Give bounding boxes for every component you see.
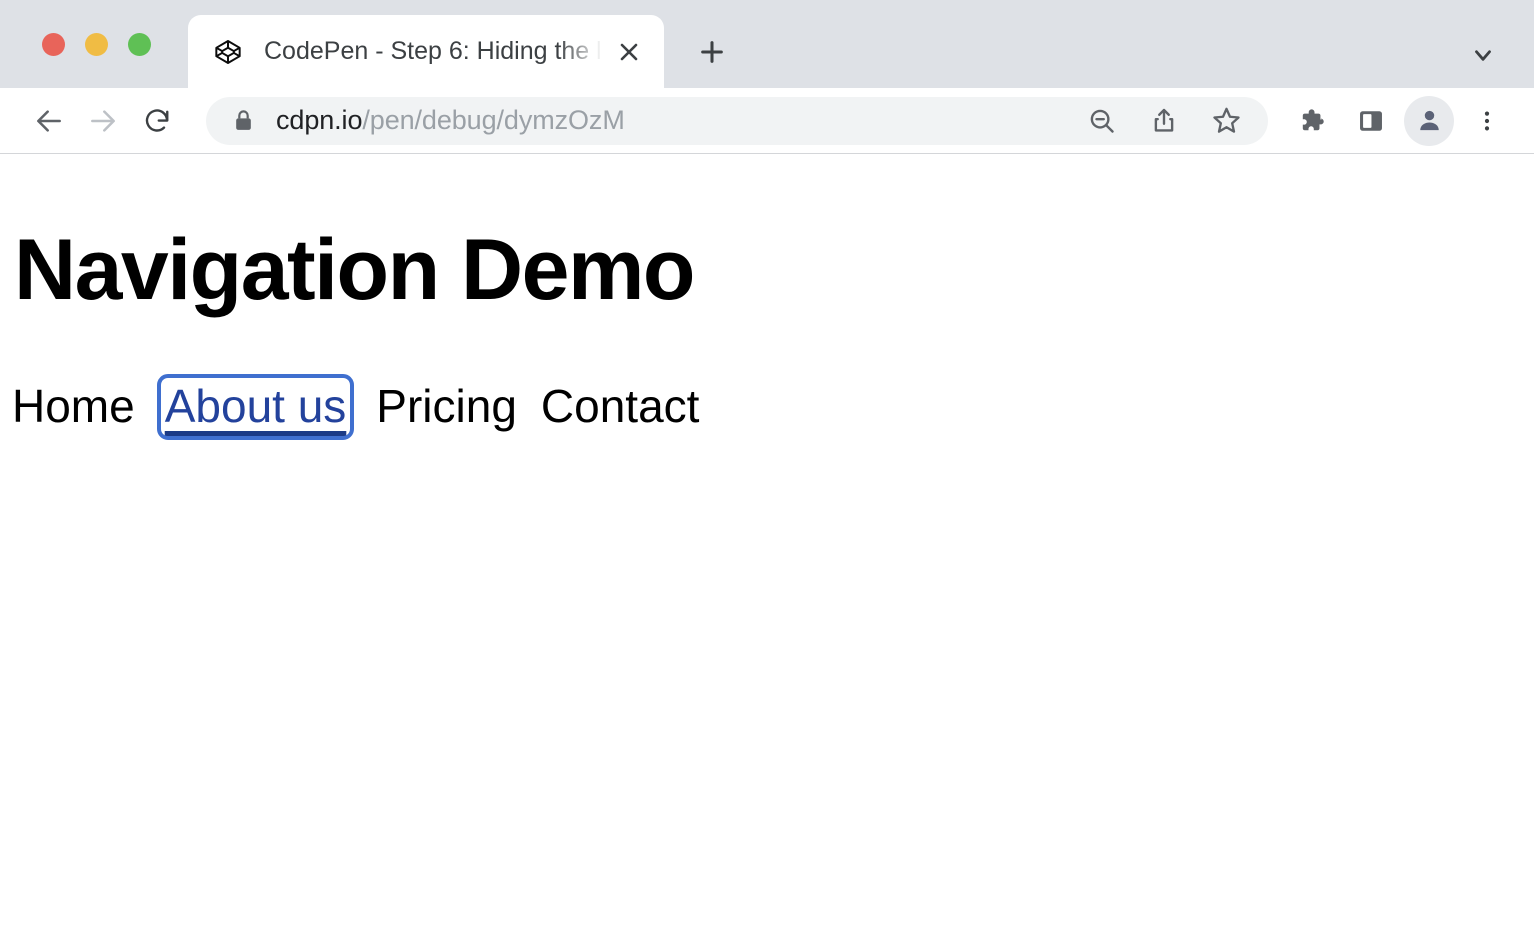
new-tab-button[interactable] bbox=[686, 26, 738, 78]
nav-link-contact[interactable]: Contact bbox=[541, 382, 700, 432]
url-path: /pen/debug/dymzOzM bbox=[362, 105, 624, 135]
browser-tab[interactable]: CodePen - Step 6: Hiding the li bbox=[188, 15, 664, 88]
browser-toolbar: cdpn.io/pen/debug/dymzOzM bbox=[0, 88, 1534, 154]
reload-icon[interactable] bbox=[130, 94, 184, 148]
profile-avatar-icon[interactable] bbox=[1404, 96, 1454, 146]
share-icon[interactable] bbox=[1138, 95, 1190, 147]
toolbar-right-actions bbox=[1284, 94, 1514, 148]
url-text: cdpn.io/pen/debug/dymzOzM bbox=[276, 105, 1076, 136]
window-maximize-button[interactable] bbox=[128, 33, 151, 56]
browser-window: CodePen - Step 6: Hiding the li bbox=[0, 0, 1534, 950]
side-panel-icon[interactable] bbox=[1344, 94, 1398, 148]
back-arrow-icon[interactable] bbox=[22, 94, 76, 148]
lock-icon bbox=[232, 109, 254, 133]
page-title: Navigation Demo bbox=[14, 227, 694, 313]
window-minimize-button[interactable] bbox=[85, 33, 108, 56]
forward-arrow-icon bbox=[76, 94, 130, 148]
tab-strip: CodePen - Step 6: Hiding the li bbox=[0, 0, 1534, 88]
site-navigation: Home About us Pricing Contact bbox=[12, 382, 699, 432]
omnibox-actions bbox=[1076, 95, 1252, 147]
nav-link-pricing[interactable]: Pricing bbox=[376, 382, 517, 432]
extensions-puzzle-icon[interactable] bbox=[1284, 94, 1338, 148]
page-viewport: Navigation Demo Home About us Pricing Co… bbox=[0, 154, 1534, 950]
window-close-button[interactable] bbox=[42, 33, 65, 56]
window-traffic-lights bbox=[42, 33, 151, 56]
nav-item-home: Home bbox=[12, 382, 135, 432]
tab-search-button[interactable] bbox=[1460, 32, 1506, 78]
tab-close-icon[interactable] bbox=[606, 29, 652, 75]
three-dot-menu-icon[interactable] bbox=[1460, 94, 1514, 148]
url-host: cdpn.io bbox=[276, 105, 362, 135]
nav-link-about-us[interactable]: About us bbox=[165, 382, 347, 432]
bookmark-star-icon[interactable] bbox=[1200, 95, 1252, 147]
nav-item-about-us: About us bbox=[163, 382, 349, 432]
nav-link-home[interactable]: Home bbox=[12, 382, 135, 432]
nav-focus-wrapper: About us bbox=[163, 382, 349, 432]
address-bar[interactable]: cdpn.io/pen/debug/dymzOzM bbox=[206, 97, 1268, 145]
nav-item-pricing: Pricing bbox=[376, 382, 517, 432]
nav-item-contact: Contact bbox=[541, 382, 700, 432]
tabs-area: CodePen - Step 6: Hiding the li bbox=[188, 0, 738, 88]
zoom-out-icon[interactable] bbox=[1076, 95, 1128, 147]
codepen-logo-icon bbox=[214, 38, 242, 66]
tab-title: CodePen - Step 6: Hiding the li bbox=[264, 37, 606, 66]
